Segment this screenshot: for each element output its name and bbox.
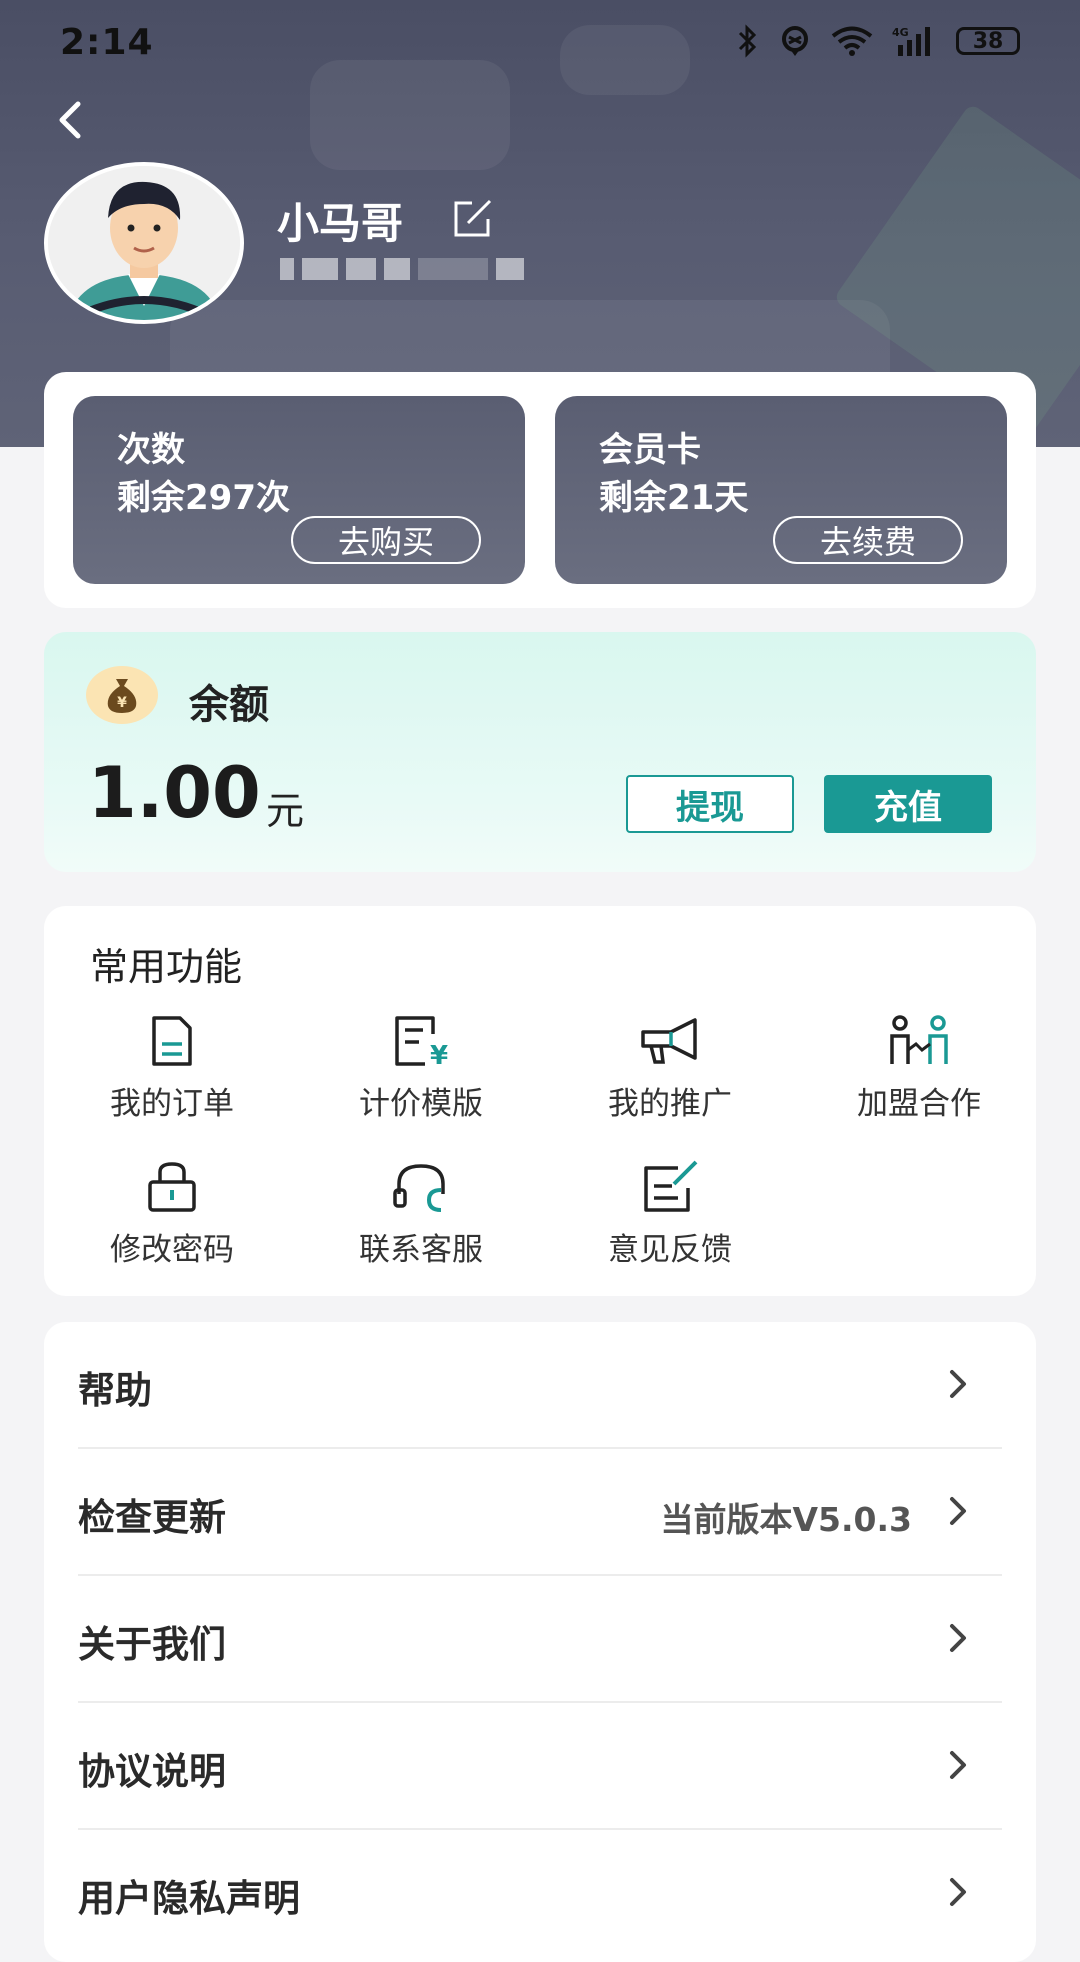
edit-profile-button[interactable] bbox=[450, 195, 496, 241]
common-functions-panel: 常用功能 我的订单 ¥ 计价模版 我的推广 加盟合作 修改密码 联系客服 意见反… bbox=[44, 906, 1036, 1296]
menu-label: 帮助 bbox=[78, 1369, 152, 1412]
chevron-right-icon bbox=[950, 1878, 966, 1906]
driver-avatar-illustration bbox=[48, 166, 240, 320]
buy-button[interactable]: 去购买 bbox=[291, 516, 481, 564]
cellular-signal-icon: 4G bbox=[892, 26, 930, 56]
function-pricing-template[interactable]: ¥ 计价模版 bbox=[306, 1014, 536, 1134]
function-feedback[interactable]: 意见反馈 bbox=[555, 1160, 785, 1280]
balance-unit: 元 bbox=[266, 789, 305, 833]
withdraw-button[interactable]: 提现 bbox=[626, 775, 794, 833]
function-label: 我的推广 bbox=[608, 1086, 732, 1122]
card-title: 次数 bbox=[117, 430, 185, 470]
chevron-left-icon bbox=[59, 101, 81, 139]
recharge-button[interactable]: 充值 bbox=[824, 775, 992, 833]
masked-segment bbox=[302, 258, 338, 280]
masked-segment bbox=[418, 258, 488, 280]
function-label: 计价模版 bbox=[359, 1086, 483, 1122]
menu-item-help[interactable]: 帮助 bbox=[78, 1322, 1002, 1449]
pricing-template-icon: ¥ bbox=[395, 1016, 448, 1068]
lock-icon bbox=[148, 1162, 196, 1212]
menu-label: 关于我们 bbox=[78, 1623, 226, 1666]
card-remaining: 剩余21天 bbox=[599, 478, 749, 518]
menu-label: 检查更新 bbox=[78, 1496, 226, 1539]
card-remaining: 剩余297次 bbox=[117, 478, 290, 518]
usage-count-card: 次数 剩余297次 去购买 bbox=[73, 396, 525, 584]
wifi-icon bbox=[831, 26, 873, 56]
masked-segment bbox=[496, 258, 524, 280]
masked-segment bbox=[346, 258, 376, 280]
renew-button[interactable]: 去续费 bbox=[773, 516, 963, 564]
masked-segment bbox=[280, 258, 294, 280]
partnership-icon bbox=[890, 1015, 948, 1064]
order-icon bbox=[152, 1016, 192, 1066]
function-label: 意见反馈 bbox=[608, 1232, 732, 1268]
svg-text:¥: ¥ bbox=[117, 695, 127, 711]
location-icon bbox=[782, 26, 808, 56]
function-contact-support[interactable]: 联系客服 bbox=[306, 1160, 536, 1280]
function-franchise-cooperation[interactable]: 加盟合作 bbox=[804, 1014, 1034, 1134]
function-my-orders[interactable]: 我的订单 bbox=[57, 1014, 287, 1134]
user-name: 小马哥 bbox=[277, 199, 404, 248]
membership-cards-panel: 次数 剩余297次 去购买 会员卡 剩余21天 去续费 bbox=[44, 372, 1036, 608]
function-change-password[interactable]: 修改密码 bbox=[57, 1160, 287, 1280]
svg-text:¥: ¥ bbox=[430, 1041, 448, 1068]
masked-segment bbox=[384, 258, 410, 280]
chevron-right-icon bbox=[950, 1370, 966, 1398]
settings-list: 帮助 检查更新 当前版本V5.0.3 关于我们 协议说明 用户隐私声明 bbox=[44, 1322, 1036, 1962]
bluetooth-icon bbox=[738, 24, 757, 58]
balance-label: 余额 bbox=[189, 682, 269, 728]
avatar[interactable] bbox=[44, 162, 244, 324]
back-button[interactable] bbox=[50, 90, 100, 150]
card-title: 会员卡 bbox=[599, 430, 701, 470]
menu-label: 用户隐私声明 bbox=[78, 1877, 300, 1920]
status-icons: 4G 38 bbox=[736, 24, 1020, 58]
chevron-right-icon bbox=[950, 1751, 966, 1779]
edit-icon bbox=[454, 199, 492, 237]
menu-label: 协议说明 bbox=[78, 1750, 226, 1793]
current-version: 当前版本V5.0.3 bbox=[660, 1500, 913, 1539]
status-time: 2:14 bbox=[60, 22, 154, 63]
menu-item-agreement[interactable]: 协议说明 bbox=[78, 1703, 1002, 1830]
user-phone-masked bbox=[280, 256, 560, 282]
feedback-icon bbox=[644, 1160, 698, 1212]
chevron-right-icon bbox=[950, 1624, 966, 1652]
function-label: 我的订单 bbox=[110, 1086, 234, 1122]
function-label: 修改密码 bbox=[110, 1232, 234, 1268]
status-bar: 2:14 4G 38 bbox=[0, 0, 1080, 90]
function-my-promotion[interactable]: 我的推广 bbox=[555, 1014, 785, 1134]
membership-card: 会员卡 剩余21天 去续费 bbox=[555, 396, 1007, 584]
menu-item-privacy-statement[interactable]: 用户隐私声明 bbox=[78, 1830, 1002, 1957]
battery-indicator: 38 bbox=[956, 27, 1020, 55]
menu-item-about-us[interactable]: 关于我们 bbox=[78, 1576, 1002, 1703]
megaphone-icon bbox=[641, 1018, 697, 1064]
menu-item-check-update[interactable]: 检查更新 当前版本V5.0.3 bbox=[78, 1449, 1002, 1576]
function-label: 联系客服 bbox=[359, 1232, 483, 1268]
function-label: 加盟合作 bbox=[857, 1086, 981, 1122]
chevron-right-icon bbox=[950, 1497, 966, 1525]
headset-icon bbox=[393, 1164, 445, 1212]
section-title: 常用功能 bbox=[90, 945, 243, 989]
money-bag-icon: ¥ bbox=[86, 666, 158, 724]
balance-amount: 1.00 bbox=[88, 752, 261, 834]
svg-text:4G: 4G bbox=[892, 26, 909, 39]
balance-panel: ¥ 余额 1.00 元 提现 充值 bbox=[44, 632, 1036, 872]
